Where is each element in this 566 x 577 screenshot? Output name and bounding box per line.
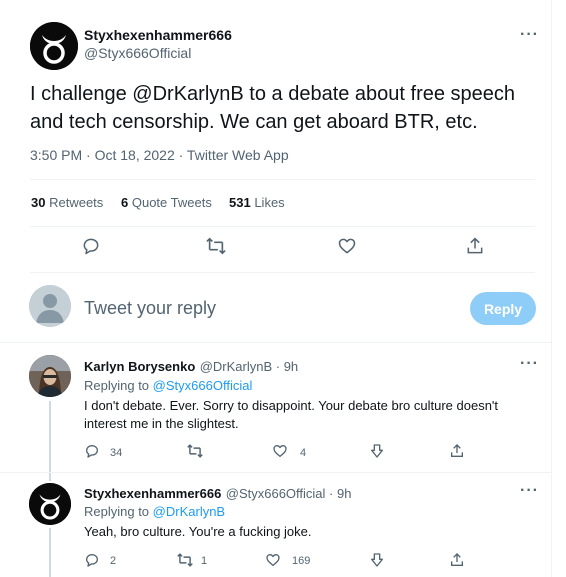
reply-author-avatar[interactable]: [29, 355, 71, 397]
retweet-icon[interactable]: [176, 552, 194, 568]
reply-author-name[interactable]: Styxhexenhammer666: [84, 486, 221, 501]
retweets-label: Retweets: [49, 195, 104, 210]
share-icon[interactable]: [449, 443, 465, 459]
profile-photo-icon: [29, 355, 71, 397]
retweets-stat[interactable]: 30 Retweets: [31, 195, 103, 210]
more-options-icon[interactable]: ···: [520, 26, 539, 44]
retweets-count: 30: [31, 195, 46, 210]
reply-author-handle[interactable]: @DrKarlynB · 9h: [200, 359, 298, 374]
likes-stat[interactable]: 531 Likes: [229, 195, 285, 210]
likes-label: Likes: [254, 195, 285, 210]
share-icon[interactable]: [465, 236, 485, 256]
author-avatar[interactable]: [30, 22, 78, 70]
quote-tweets-stat[interactable]: 6 Quote Tweets: [121, 195, 212, 210]
reply-author-name[interactable]: Karlyn Borysenko: [84, 359, 195, 374]
downvote-icon[interactable]: [369, 552, 385, 568]
more-options-icon[interactable]: ···: [520, 482, 539, 500]
reply-author-avatar[interactable]: [29, 483, 71, 525]
tweet-timestamp[interactable]: 3:50 PM · Oct 18, 2022 · Twitter Web App: [30, 147, 289, 163]
replying-to-prefix: Replying to: [84, 504, 150, 519]
replying-to-prefix: Replying to: [84, 378, 150, 393]
reply-icon[interactable]: [81, 236, 101, 256]
replying-to-line: Replying to @DrKarlynB: [84, 504, 225, 519]
retweet-icon[interactable]: [205, 236, 227, 256]
styx-logo-icon: [29, 483, 71, 525]
reply-text: I don't debate. Ever. Sorry to disappoin…: [84, 398, 499, 431]
replying-to-line: Replying to @Styx666Official: [84, 378, 252, 393]
reply-count: 2: [110, 555, 117, 567]
reply-header: Karlyn Borysenko @DrKarlynB · 9h: [84, 358, 298, 376]
quotes-label: Quote Tweets: [131, 195, 212, 210]
replying-to-link[interactable]: @Styx666Official: [153, 378, 253, 393]
styx-logo-icon: [30, 22, 78, 70]
like-icon[interactable]: [265, 552, 281, 568]
thread-connector-line: [49, 401, 51, 481]
replying-to-link[interactable]: @DrKarlynB: [153, 504, 225, 519]
default-profile-icon: [29, 285, 71, 327]
downvote-icon[interactable]: [369, 443, 385, 459]
reply-input[interactable]: Tweet your reply: [84, 298, 216, 319]
tweet-text: I challenge @DrKarlynB to a debate about…: [30, 83, 516, 133]
share-icon[interactable]: [449, 552, 465, 568]
thread-connector-line: [49, 528, 51, 577]
retweet-count: 1: [201, 555, 208, 567]
reply-button[interactable]: Reply: [470, 292, 536, 325]
reply-icon[interactable]: [84, 552, 100, 568]
like-count: 169: [292, 555, 311, 567]
like-count: 4: [300, 447, 307, 459]
like-icon[interactable]: [272, 443, 288, 459]
divider: [30, 179, 535, 180]
quotes-count: 6: [121, 195, 129, 210]
divider: [30, 272, 535, 273]
likes-count: 531: [229, 195, 251, 210]
retweet-icon[interactable]: [186, 443, 204, 459]
reply-header: Styxhexenhammer666 @Styx666Official · 9h: [84, 485, 351, 503]
tweet-detail-panel: Styxhexenhammer666 @Styx666Official ··· …: [0, 0, 552, 577]
reply-text: Yeah, bro culture. You're a fucking joke…: [84, 524, 312, 539]
reply-icon[interactable]: [84, 443, 100, 459]
reply-count: 34: [110, 447, 123, 459]
divider: [0, 342, 552, 343]
author-handle[interactable]: @Styx666Official: [84, 45, 191, 61]
current-user-avatar[interactable]: [29, 285, 71, 327]
author-display-name[interactable]: Styxhexenhammer666: [84, 27, 232, 43]
divider: [0, 472, 552, 473]
more-options-icon[interactable]: ···: [520, 355, 539, 373]
divider: [30, 226, 535, 227]
reply-author-handle[interactable]: @Styx666Official · 9h: [226, 486, 352, 501]
like-icon[interactable]: [337, 236, 357, 256]
